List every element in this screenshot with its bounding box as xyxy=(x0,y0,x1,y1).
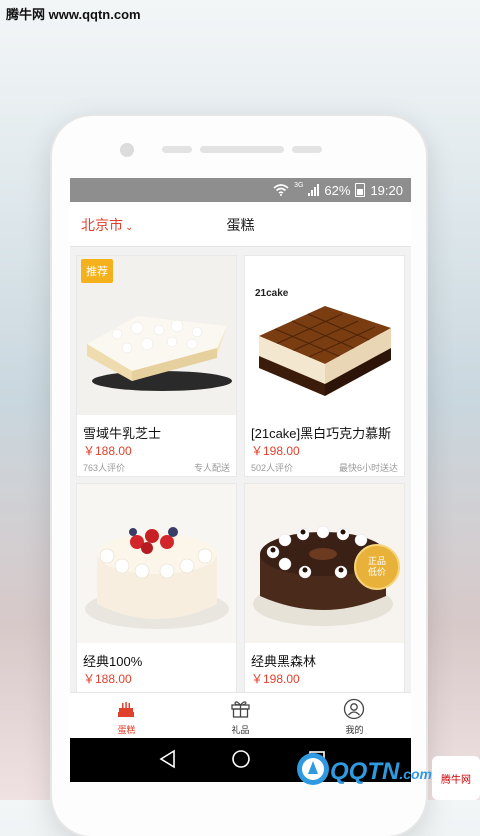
recommended-tag: 推荐 xyxy=(81,259,113,283)
qqtn-watermark-logo: QQTN.com xyxy=(296,752,432,788)
battery-percent: 62% xyxy=(324,182,351,198)
seal-line-1: 正品 xyxy=(367,556,386,566)
product-price: ￥198.00 xyxy=(251,444,300,458)
bottom-tab-bar: 蛋糕 礼品 我的 xyxy=(70,692,411,739)
seal-line-2: 低价 xyxy=(367,567,386,577)
tab-profile[interactable]: 我的 xyxy=(298,693,411,739)
app-header: 北京市 ⌄ 蛋糕 xyxy=(70,202,411,247)
product-name: [21cake]黑白巧克力慕斯 xyxy=(251,426,392,441)
corner-site-logo: 腾牛网 xyxy=(432,756,480,800)
user-icon xyxy=(343,698,365,720)
delivery-info: 最快6小时送达 xyxy=(338,463,398,473)
sensor xyxy=(292,146,322,153)
product-name: 经典黑森林 xyxy=(251,654,317,669)
product-card[interactable]: 正品 低价 经典黑森林 ￥198.00 xyxy=(244,483,405,692)
genuine-low-price-seal: 正品 低价 xyxy=(354,544,400,590)
product-image: 正品 低价 xyxy=(245,484,404,643)
home-icon[interactable] xyxy=(230,748,252,770)
product-name: 经典100% xyxy=(83,654,143,669)
review-count: 763人评价 xyxy=(83,463,126,473)
page-title: 蛋糕 xyxy=(226,217,255,233)
product-price: ￥188.00 xyxy=(83,672,132,686)
tab-label: 礼品 xyxy=(231,725,250,735)
product-name: 雪域牛乳芝士 xyxy=(83,426,162,441)
status-bar: 3G 62% 19:20 xyxy=(70,178,411,202)
tab-label: 我的 xyxy=(345,725,364,735)
tab-label: 蛋糕 xyxy=(117,725,136,735)
gift-icon xyxy=(231,701,250,718)
product-card[interactable]: 推荐 雪域牛乳芝士 ￥188.00 763人评价 专人配送 xyxy=(76,255,237,477)
logo-icon xyxy=(297,753,329,785)
brand-logo: 21cake xyxy=(255,288,289,299)
network-type: 3G xyxy=(294,182,304,189)
front-camera xyxy=(120,143,134,157)
product-card[interactable]: 21cake [21cake]黑白巧克力慕斯 ￥198.00 502人评价 最快… xyxy=(244,255,405,477)
cake-icon xyxy=(118,702,134,717)
product-price: ￥188.00 xyxy=(83,444,132,458)
tab-cake[interactable]: 蛋糕 xyxy=(70,693,183,739)
product-image: 推荐 xyxy=(77,256,236,415)
back-icon[interactable] xyxy=(157,748,179,770)
tab-gift[interactable]: 礼品 xyxy=(184,693,297,739)
speaker-grille xyxy=(200,146,284,153)
product-image: 21cake xyxy=(245,256,404,415)
review-count: 502人评价 xyxy=(251,463,294,473)
site-watermark: 腾牛网 www.qqtn.com xyxy=(6,7,141,22)
app-screen: 3G 62% 19:20 北京市 ⌄ 蛋糕 推荐 雪域牛乳芝士 ￥188.00 … xyxy=(70,178,411,782)
product-card[interactable]: 经典100% ￥188.00 xyxy=(76,483,237,692)
signal-icon xyxy=(308,184,320,196)
product-image xyxy=(77,484,236,643)
logo-text: QQTN.com xyxy=(330,758,433,785)
wifi-icon xyxy=(273,184,289,196)
battery-icon xyxy=(355,183,366,197)
sensor xyxy=(162,146,192,153)
product-price: ￥198.00 xyxy=(251,672,300,686)
product-grid: 推荐 雪域牛乳芝士 ￥188.00 763人评价 专人配送 21cake [21… xyxy=(70,246,411,692)
clock: 19:20 xyxy=(370,182,403,198)
delivery-info: 专人配送 xyxy=(193,463,230,473)
